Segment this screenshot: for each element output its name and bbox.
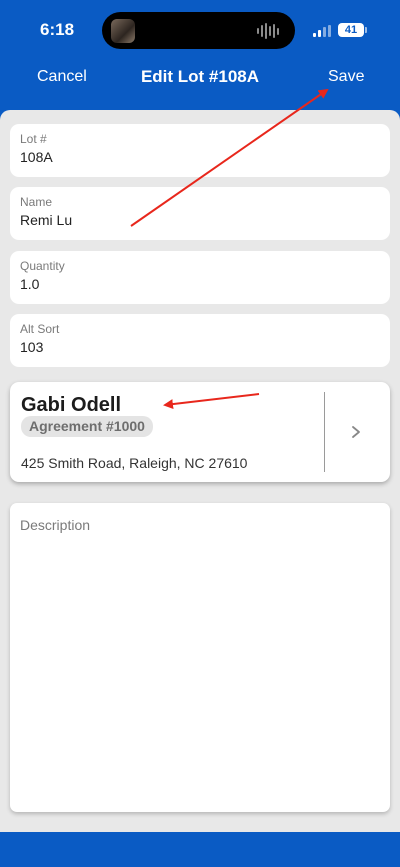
- contact-card[interactable]: Gabi Odell Agreement #1000 425 Smith Roa…: [10, 382, 390, 482]
- dynamic-island: [102, 12, 295, 49]
- now-playing-artwork: [111, 19, 135, 43]
- quantity-input[interactable]: 1.0: [20, 275, 380, 293]
- card-divider: [324, 392, 325, 472]
- description-placeholder: Description: [20, 517, 91, 533]
- lot-number-field[interactable]: Lot # 108A: [10, 124, 390, 177]
- status-bar: 6:18 41: [0, 0, 400, 60]
- navigation-bar: Cancel Edit Lot #108A Save: [0, 60, 400, 100]
- alt-sort-input[interactable]: 103: [20, 338, 380, 356]
- name-input[interactable]: Remi Lu: [20, 211, 380, 229]
- name-label: Name: [20, 195, 53, 209]
- status-time: 6:18: [40, 20, 75, 39]
- contact-address: 425 Smith Road, Raleigh, NC 27610: [21, 455, 248, 471]
- contact-name: Gabi Odell: [21, 394, 122, 416]
- lot-number-input[interactable]: 108A: [20, 148, 380, 166]
- cellular-signal-icon: [313, 25, 331, 37]
- alt-sort-label: Alt Sort: [20, 322, 60, 336]
- battery-icon: 41: [338, 23, 364, 37]
- description-field[interactable]: Description: [10, 503, 390, 812]
- audio-waveform-icon: [257, 23, 279, 39]
- save-button[interactable]: Save: [328, 68, 364, 86]
- quantity-field[interactable]: Quantity 1.0: [10, 251, 390, 304]
- alt-sort-field[interactable]: Alt Sort 103: [10, 314, 390, 367]
- battery-nub: [365, 27, 367, 33]
- agreement-badge: Agreement #1000: [21, 416, 153, 437]
- lot-number-label: Lot #: [20, 132, 47, 146]
- chevron-right-icon[interactable]: [348, 424, 364, 440]
- bottom-bar: [0, 832, 400, 867]
- name-field[interactable]: Name Remi Lu: [10, 187, 390, 240]
- quantity-label: Quantity: [20, 259, 65, 273]
